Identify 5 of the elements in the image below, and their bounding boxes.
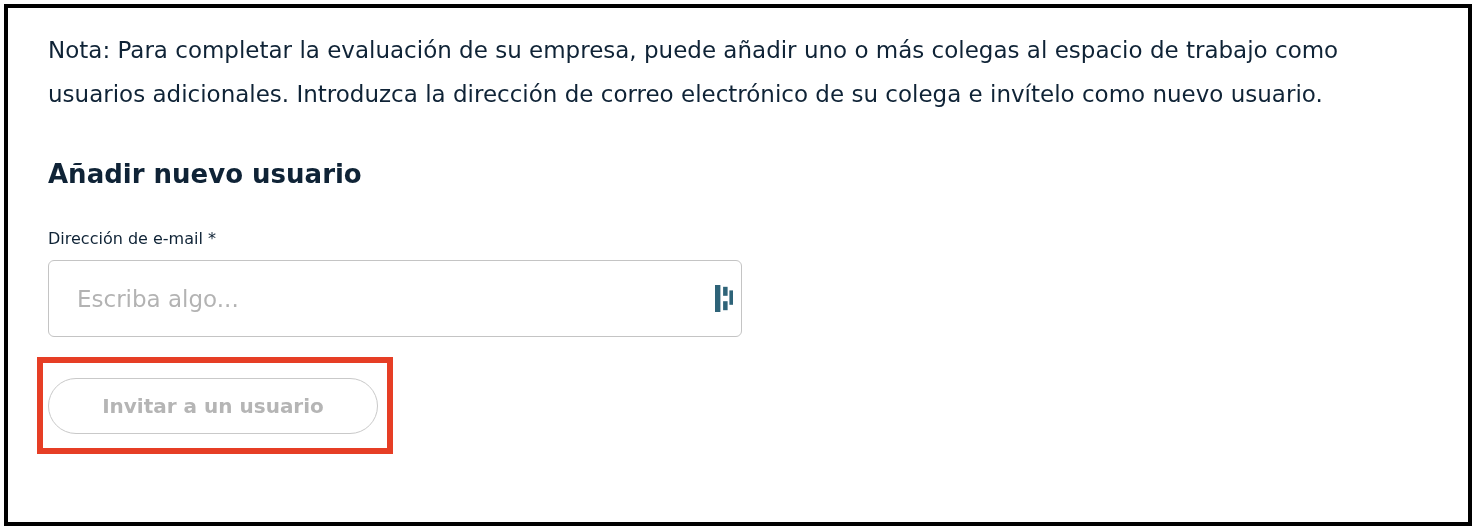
section-heading: Añadir nuevo usuario (48, 158, 363, 191)
note-text: Nota: Para completar la evaluación de su empresa, puede añadir uno o más colegas al espacio de trabajo como usuarios adicionales. Introduzca la dirección de correo electrónico de su colega e invítelo como nuevo usuario. (48, 36, 1340, 109)
field-label: Dirección de e-mail * (48, 228, 217, 250)
email-field[interactable]: Escriba algo... (48, 260, 742, 337)
password-manager-icon[interactable] (715, 285, 733, 312)
